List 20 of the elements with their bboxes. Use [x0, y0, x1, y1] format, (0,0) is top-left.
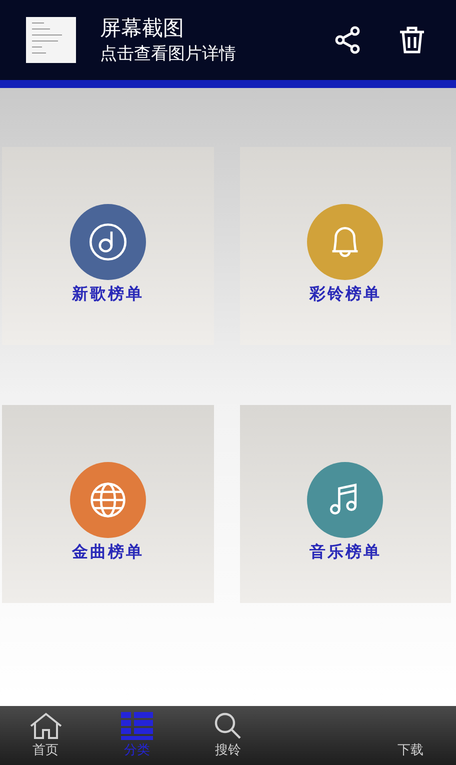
- tab[interactable]: 下载: [364, 706, 456, 765]
- search-icon: [213, 712, 243, 740]
- list-icon: [120, 712, 153, 740]
- category-card[interactable]: 彩铃榜单: [240, 147, 451, 345]
- category-label: 金曲榜单: [72, 541, 144, 563]
- category-card[interactable]: 新歌榜单: [2, 147, 214, 345]
- share-icon: [335, 26, 361, 54]
- category-label: 彩铃榜单: [309, 283, 382, 305]
- notification-title: 屏幕截图: [100, 15, 185, 42]
- thumbnail-icon: [26, 17, 76, 63]
- category-label: 新歌榜单: [72, 283, 144, 305]
- home-icon: [28, 712, 63, 740]
- category-card[interactable]: 音乐榜单: [240, 405, 451, 603]
- tab[interactable]: 搜铃: [182, 706, 274, 765]
- notification-text: 点击查看图片详情: [100, 43, 236, 66]
- category-label: 音乐榜单: [309, 541, 382, 563]
- category-card[interactable]: 金曲榜单: [2, 405, 214, 603]
- trash-icon: [399, 26, 425, 54]
- tab[interactable]: 首页: [0, 706, 92, 765]
- notification-banner[interactable]: 屏幕截图 点击查看图片详情: [0, 0, 456, 80]
